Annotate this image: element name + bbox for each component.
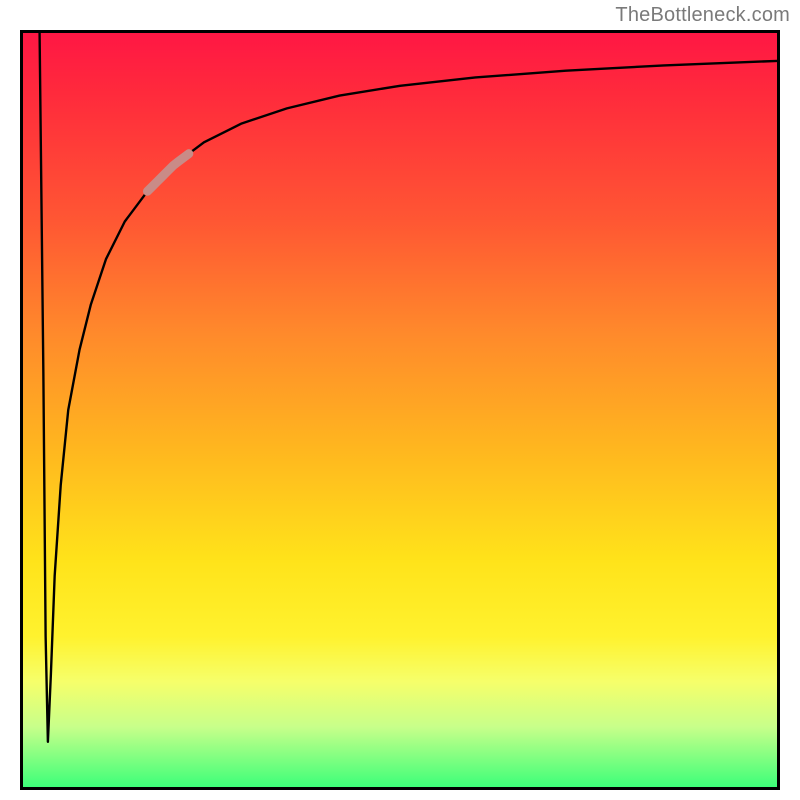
bottleneck-curve bbox=[40, 33, 777, 742]
chart-plot-area bbox=[20, 30, 780, 790]
attribution-text: TheBottleneck.com bbox=[615, 4, 790, 27]
curve-svg bbox=[23, 33, 777, 787]
curve-highlight-segment bbox=[147, 154, 188, 192]
